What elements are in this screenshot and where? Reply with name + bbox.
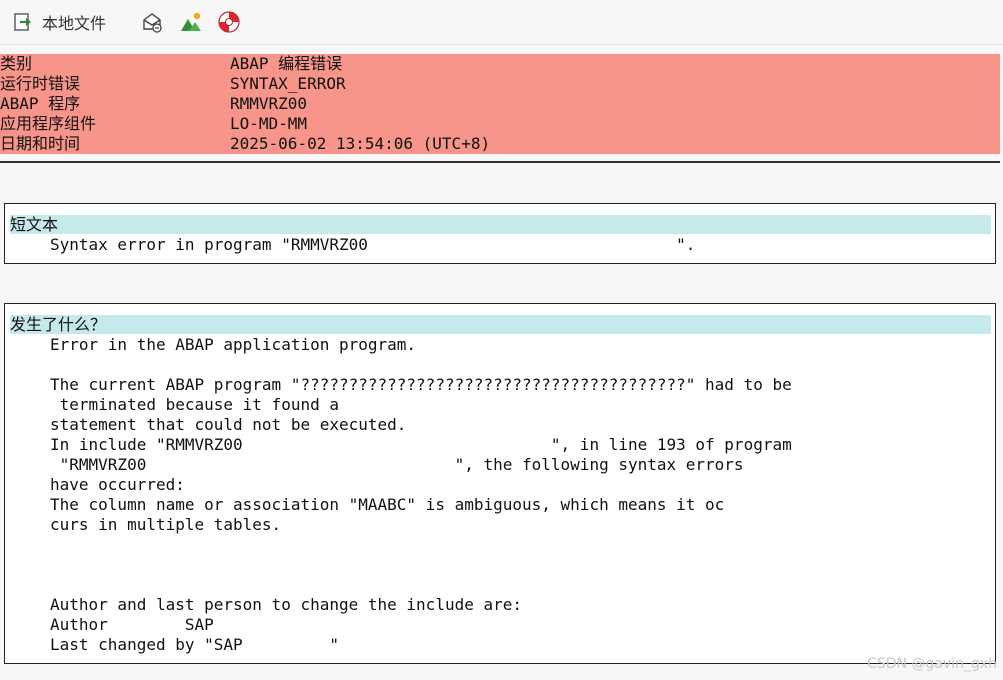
- image-button[interactable]: [178, 9, 204, 35]
- help-button[interactable]: [216, 9, 242, 35]
- text-line: In include "RMMVRZ00 ", in line 193 of p…: [50, 435, 792, 454]
- image-icon: [178, 9, 204, 35]
- text-line: have occurred:: [50, 475, 185, 494]
- runtime-error-info: 类别 ABAP 编程错误 运行时错误 SYNTAX_ERROR ABAP 程序 …: [0, 54, 1000, 154]
- info-key: ABAP 程序: [0, 94, 81, 113]
- info-value: LO-MD-MM: [230, 114, 308, 133]
- what-happened-section: 发生了什么？ Error in the ABAP application pro…: [4, 303, 996, 664]
- info-key: 日期和时间: [0, 134, 81, 153]
- divider: [0, 161, 1000, 163]
- info-value: ABAP 编程错误: [230, 54, 343, 73]
- text-line: "RMMVRZ00 ", the following syntax errors: [50, 455, 744, 474]
- watermark: CSDN @gavin_gxh: [867, 656, 997, 672]
- help-lifebuoy-icon: [216, 9, 242, 35]
- info-value: 2025-06-02 13:54:06 (UTC+8): [230, 134, 491, 153]
- info-key: 应用程序组件: [0, 114, 97, 133]
- info-row-abap-program: ABAP 程序 RMMVRZ00: [0, 94, 1000, 114]
- text-line: Error in the ABAP application program.: [50, 335, 417, 354]
- info-row-category: 类别 ABAP 编程错误: [0, 54, 1000, 74]
- text-line: Author and last person to change the inc…: [50, 595, 523, 614]
- export-icon: [10, 9, 36, 35]
- info-key: 类别: [0, 54, 33, 73]
- text-line: Syntax error in program "RMMVRZ00 ".: [50, 235, 696, 254]
- info-row-date-time: 日期和时间 2025-06-02 13:54:06 (UTC+8): [0, 134, 1000, 154]
- short-text-section: 短文本 Syntax error in program "RMMVRZ00 ".: [4, 203, 996, 264]
- text-line: statement that could not be executed.: [50, 415, 407, 434]
- text-line: curs in multiple tables.: [50, 515, 282, 534]
- section-title: 发生了什么？: [10, 315, 991, 334]
- info-row-runtime-error: 运行时错误 SYNTAX_ERROR: [0, 74, 1000, 94]
- text-line: The current ABAP program "??????????????…: [50, 375, 792, 394]
- text-line: Author SAP: [50, 615, 214, 634]
- section-title: 短文本: [10, 215, 991, 234]
- info-value: RMMVRZ00: [230, 94, 308, 113]
- text-line: The column name or association "MAABC" i…: [50, 495, 725, 514]
- local-file-label: 本地文件: [42, 14, 107, 33]
- text-line: Last changed by "SAP ": [50, 635, 339, 654]
- info-key: 运行时错误: [0, 74, 81, 93]
- mail-icon: [139, 9, 165, 35]
- local-file-button[interactable]: 本地文件: [10, 9, 106, 35]
- info-value: SYNTAX_ERROR: [230, 74, 346, 93]
- mail-button[interactable]: [139, 9, 165, 35]
- text-line: terminated because it found a: [50, 395, 339, 414]
- toolbar: 本地文件: [0, 0, 1003, 45]
- info-row-application-component: 应用程序组件 LO-MD-MM: [0, 114, 1000, 134]
